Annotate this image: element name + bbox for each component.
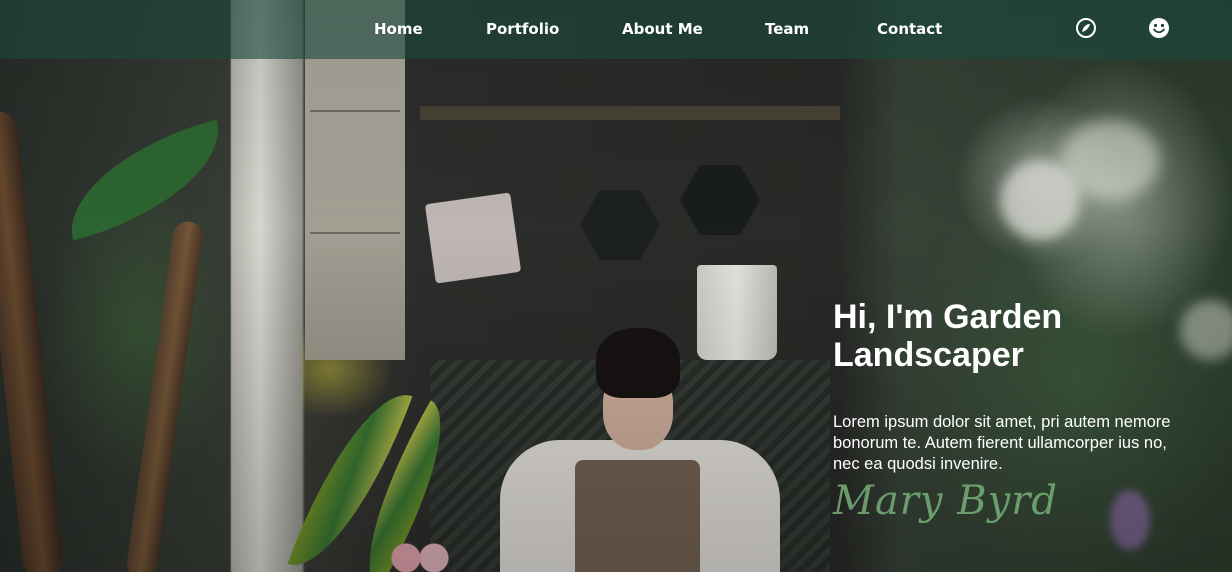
- compass-icon[interactable]: [1075, 17, 1097, 39]
- nav-link-team[interactable]: Team: [765, 20, 809, 38]
- nav-link-about-me[interactable]: About Me: [622, 20, 703, 38]
- nav-link-contact[interactable]: Contact: [877, 20, 942, 38]
- hero-title: Hi, I'm Garden Landscaper: [833, 298, 1063, 374]
- hero-description: Lorem ipsum dolor sit amet, pri autem ne…: [833, 413, 1171, 473]
- signature: Mary Byrd: [833, 478, 1058, 524]
- nav-link-portfolio[interactable]: Portfolio: [486, 20, 559, 38]
- nav-link-home[interactable]: Home: [374, 20, 423, 38]
- smiley-icon[interactable]: [1148, 17, 1170, 39]
- top-navigation-bar: Home Portfolio About Me Team Contact: [0, 0, 1232, 59]
